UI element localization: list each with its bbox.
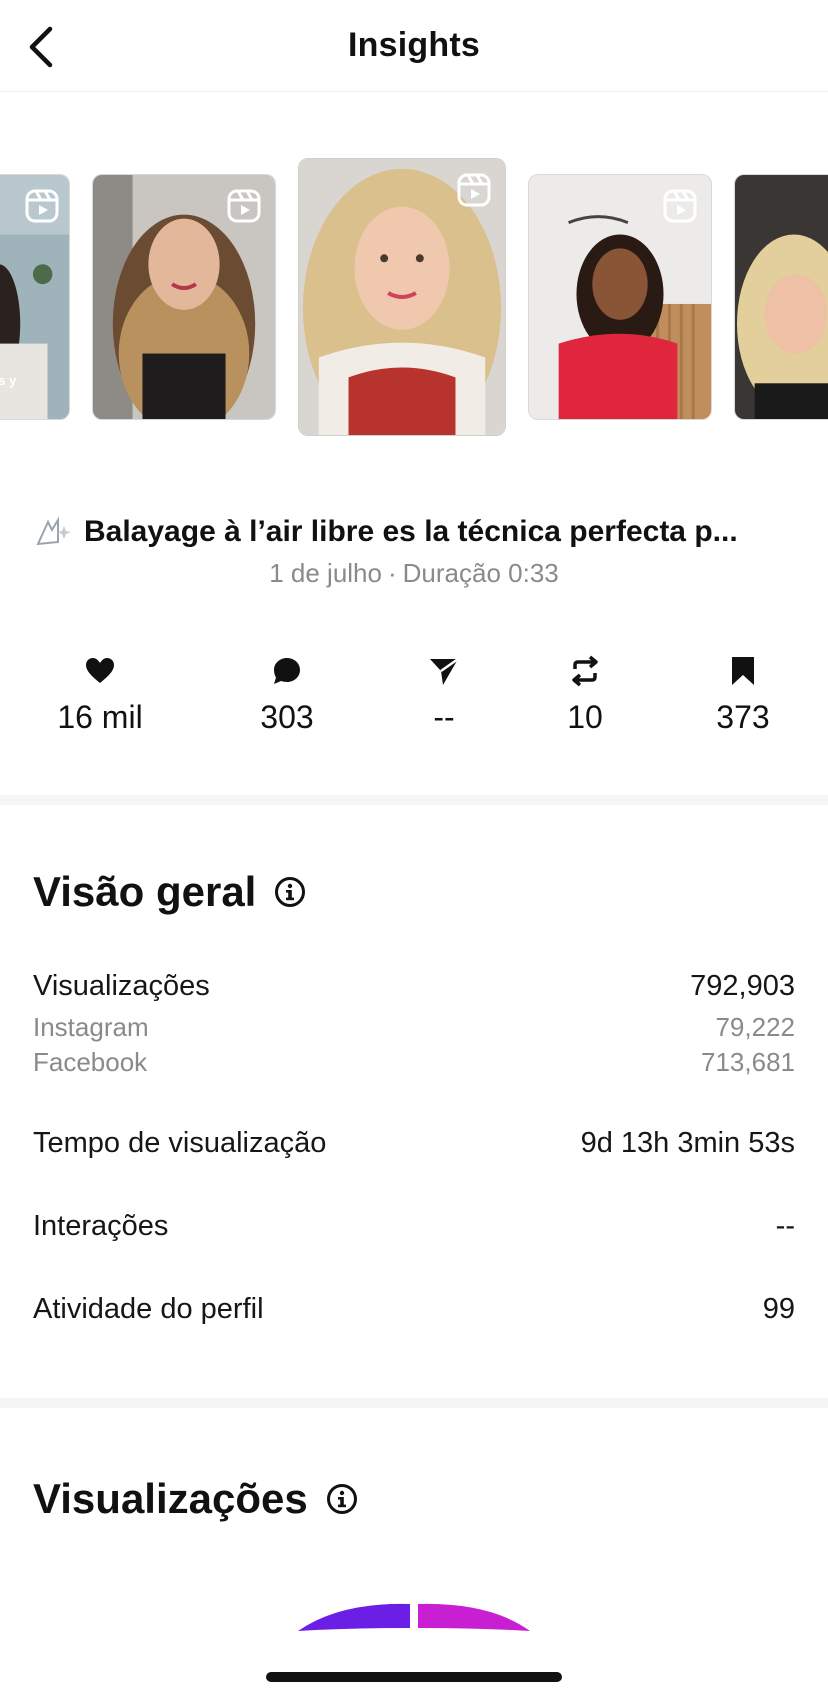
reel-thumbnail-selected[interactable] xyxy=(298,158,506,436)
facebook-views-row: Facebook 713,681 xyxy=(33,1047,795,1078)
profile-activity-label: Atividade do perfil xyxy=(33,1293,264,1325)
reels-icon xyxy=(457,173,491,207)
facebook-value: 713,681 xyxy=(701,1047,795,1077)
instagram-views-row: Instagram 79,222 xyxy=(33,1012,795,1043)
bookmark-icon xyxy=(732,657,754,685)
post-title: Balayage à l’air libre es la técnica per… xyxy=(84,515,738,548)
section-divider xyxy=(0,1398,828,1408)
overview-title-text: Visão geral xyxy=(33,868,257,915)
engagement-stats: 16 mil 303 -- 10 373 xyxy=(0,655,828,755)
watch-time-row[interactable]: Tempo de visualização 9d 13h 3min 53s xyxy=(33,1127,795,1160)
post-duration: Duração 0:33 xyxy=(402,558,559,588)
reel-thumbnail[interactable] xyxy=(92,174,276,420)
comments-stat: 303 xyxy=(217,655,357,736)
instagram-value: 79,222 xyxy=(715,1012,795,1042)
reel-thumbnail[interactable] xyxy=(734,174,828,420)
share-icon xyxy=(430,657,459,685)
profile-activity-row[interactable]: Atividade do perfil 99 xyxy=(33,1293,795,1326)
heart-icon xyxy=(86,658,114,683)
reel-caption-fragment: as y xyxy=(0,373,17,388)
views-value: 792,903 xyxy=(690,970,795,1002)
likes-stat: 16 mil xyxy=(30,655,170,736)
sparkle-hair-emoji-icon xyxy=(36,516,71,546)
facebook-arc xyxy=(418,1603,530,1631)
likes-count: 16 mil xyxy=(57,699,143,735)
reels-icon xyxy=(227,189,261,223)
page-title: Insights xyxy=(348,26,480,64)
profile-activity-value: 99 xyxy=(762,1293,795,1325)
top-bar: Insights xyxy=(0,0,828,92)
post-title-row: Balayage à l’air libre es la técnica per… xyxy=(34,510,804,554)
section-divider xyxy=(0,795,828,805)
comment-icon xyxy=(274,658,300,684)
reposts-stat: 10 xyxy=(515,655,655,736)
facebook-label: Facebook xyxy=(33,1047,148,1077)
reels-carousel[interactable]: as y xyxy=(0,150,828,450)
views-donut-chart xyxy=(298,1603,530,1631)
instagram-arc xyxy=(298,1603,410,1631)
info-icon[interactable] xyxy=(326,1483,358,1515)
post-meta: 1 de julho · Duração 0:33 xyxy=(0,558,828,589)
watch-time-label: Tempo de visualização xyxy=(33,1127,327,1159)
shares-count: -- xyxy=(433,699,455,735)
interactions-value: -- xyxy=(775,1210,795,1242)
views-section-title-text: Visualizações xyxy=(33,1475,308,1522)
reel-thumbnail-image xyxy=(735,175,828,419)
interactions-row[interactable]: Interações -- xyxy=(33,1210,795,1243)
saves-stat: 373 xyxy=(673,655,813,736)
watch-time-value: 9d 13h 3min 53s xyxy=(580,1127,795,1159)
views-label: Visualizações xyxy=(33,970,210,1002)
instagram-label: Instagram xyxy=(33,1012,149,1042)
reel-thumbnail[interactable]: as y xyxy=(0,174,70,420)
meta-separator: · xyxy=(387,558,397,588)
repost-icon xyxy=(572,655,598,687)
reel-thumbnail[interactable] xyxy=(528,174,712,420)
reposts-count: 10 xyxy=(567,699,603,735)
shares-stat: -- xyxy=(374,655,514,736)
comments-count: 303 xyxy=(260,699,314,735)
views-row[interactable]: Visualizações 792,903 xyxy=(33,970,795,1003)
overview-title: Visão geral xyxy=(33,868,306,916)
views-section-title: Visualizações xyxy=(33,1475,358,1523)
reels-icon xyxy=(663,189,697,223)
saves-count: 373 xyxy=(716,699,770,735)
interactions-label: Interações xyxy=(33,1210,169,1242)
reels-icon xyxy=(25,189,59,223)
insights-screen: Insights as y xyxy=(0,0,828,1700)
post-date: 1 de julho xyxy=(269,558,382,588)
info-icon[interactable] xyxy=(274,876,306,908)
home-indicator[interactable] xyxy=(266,1672,562,1682)
